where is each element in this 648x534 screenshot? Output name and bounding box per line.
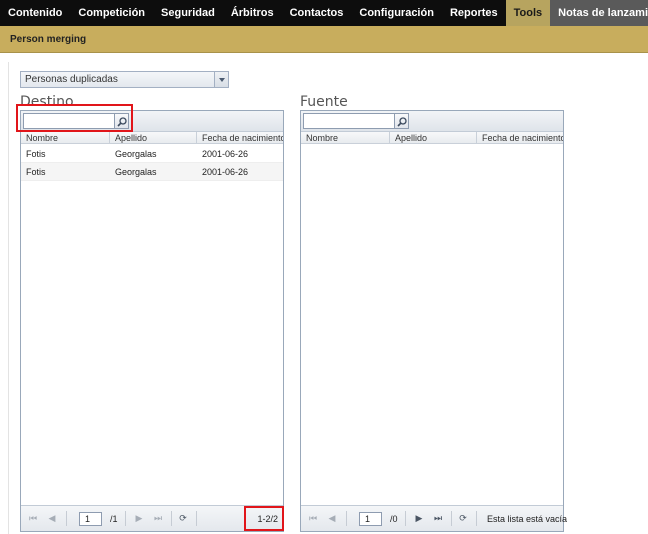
page-header-bar: Person merging [0, 26, 648, 53]
pager-divider [171, 511, 172, 526]
column-header-apellido[interactable]: Apellido [390, 132, 477, 144]
nav-seguridad[interactable]: Seguridad [153, 0, 223, 26]
select-value: Personas duplicadas [25, 74, 118, 85]
first-page-icon[interactable]: ⏮ [27, 512, 39, 524]
last-page-icon[interactable]: ⏭ [152, 512, 164, 524]
target-page-input[interactable]: 1 [79, 512, 102, 526]
table-row[interactable]: Fotis Georgalas 2001-06-26 [21, 163, 283, 181]
nav-tools[interactable]: Tools [505, 0, 551, 26]
pager-divider [196, 511, 197, 526]
cell-apellido: Georgalas [115, 167, 157, 177]
target-grid-rows: Fotis Georgalas 2001-06-26 Fotis Georgal… [21, 145, 283, 181]
source-pager: ⏮ ◀ 1 /0 ▶ ⏭ ⟳ Esta lista está vacía [301, 505, 567, 531]
nav-contenido[interactable]: Contenido [0, 0, 70, 26]
source-grid-header: Nombre Apellido Fecha de nacimiento [301, 132, 563, 144]
nav-arbitros[interactable]: Árbitros [223, 0, 282, 26]
nav-configuracion[interactable]: Configuración [351, 0, 442, 26]
target-grid: Nombre Apellido Fecha de nacimiento Foti… [20, 110, 284, 532]
prev-page-icon[interactable]: ◀ [46, 512, 58, 524]
source-grid-toolbar [301, 111, 563, 132]
source-pager-info: Esta lista está vacía [487, 514, 568, 524]
last-page-icon[interactable]: ⏭ [432, 512, 444, 524]
table-row[interactable]: Fotis Georgalas 2001-06-26 [21, 145, 283, 163]
pager-divider [125, 511, 126, 526]
pager-divider [346, 511, 347, 526]
search-button[interactable] [395, 113, 409, 129]
cell-apellido: Georgalas [115, 149, 157, 159]
source-page-input[interactable]: 1 [359, 512, 382, 526]
refresh-icon[interactable]: ⟳ [457, 512, 469, 524]
source-panel-title: Fuente [300, 94, 348, 110]
first-page-icon[interactable]: ⏮ [307, 512, 319, 524]
refresh-icon[interactable]: ⟳ [177, 512, 189, 524]
nav-contactos[interactable]: Contactos [282, 0, 352, 26]
column-header-fecha[interactable]: Fecha de nacimiento [197, 132, 283, 144]
top-navigation: Contenido Competición Seguridad Árbitros… [0, 0, 648, 26]
duplicate-filter-select[interactable]: Personas duplicadas [20, 71, 229, 88]
target-grid-header: Nombre Apellido Fecha de nacimiento [21, 132, 283, 144]
chevron-down-icon[interactable] [214, 72, 228, 87]
search-highlight-box [16, 104, 133, 132]
source-page-total: /0 [390, 514, 398, 524]
cell-nombre: Fotis [26, 149, 46, 159]
source-grid: Nombre Apellido Fecha de nacimiento ⏮ ◀ … [300, 110, 567, 532]
nav-notas-de-lanzamiento[interactable]: Notas de lanzamiento [550, 0, 648, 26]
nav-competicion[interactable]: Competición [70, 0, 153, 26]
search-icon [397, 117, 407, 127]
column-header-apellido[interactable]: Apellido [110, 132, 197, 144]
source-search-input[interactable] [303, 113, 395, 129]
page-title: Person merging [10, 34, 87, 45]
nav-reportes[interactable]: Reportes [442, 0, 506, 26]
cell-fecha: 2001-06-26 [202, 167, 249, 177]
column-header-fecha[interactable]: Fecha de nacimiento [477, 132, 563, 144]
pager-divider [476, 511, 477, 526]
next-page-icon[interactable]: ▶ [133, 512, 145, 524]
target-page-total: /1 [110, 514, 118, 524]
prev-page-icon[interactable]: ◀ [326, 512, 338, 524]
column-header-nombre[interactable]: Nombre [301, 132, 390, 144]
cell-fecha: 2001-06-26 [202, 149, 249, 159]
pager-divider [451, 511, 452, 526]
column-header-nombre[interactable]: Nombre [21, 132, 110, 144]
next-page-icon[interactable]: ▶ [413, 512, 425, 524]
pager-divider [405, 511, 406, 526]
cell-nombre: Fotis [26, 167, 46, 177]
pager-info-highlight-box [244, 506, 284, 531]
pager-divider [66, 511, 67, 526]
